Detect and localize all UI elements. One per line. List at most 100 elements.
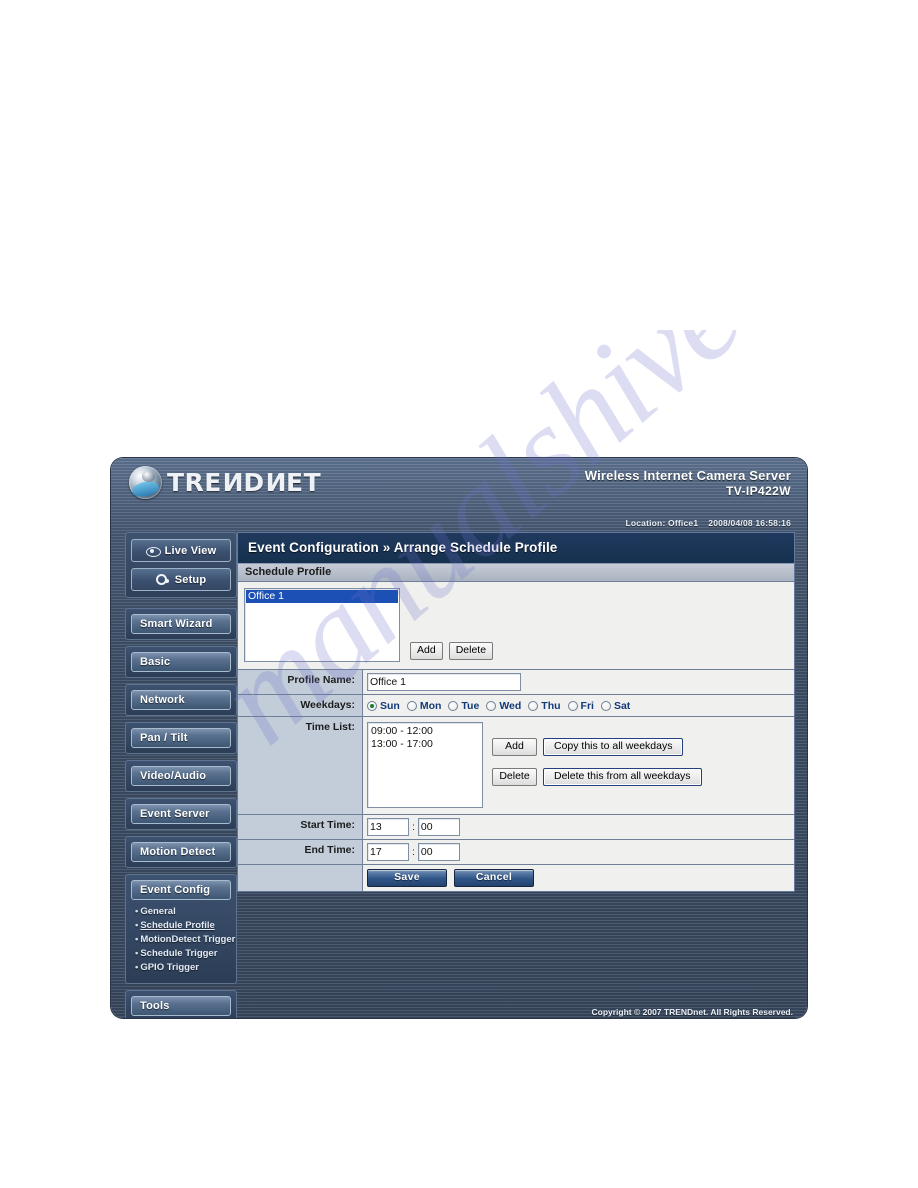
weekday-radio-wed[interactable]: Wed (486, 700, 521, 712)
weekday-radio-fri[interactable]: Fri (567, 700, 594, 712)
weekday-label: Sat (613, 699, 631, 712)
radio-icon (448, 700, 459, 711)
location-label: Location: Office1 (625, 518, 699, 528)
camera-web-ui: TRENDNET Wireless Internet Camera Server… (111, 458, 807, 1018)
add-time-button[interactable]: Add (492, 738, 537, 756)
sidebar: Live View Setup Smart Wizard Basic Netwo… (125, 530, 237, 1018)
start-time-separator: : (412, 821, 415, 833)
weekday-label: Sun (380, 699, 400, 712)
sidebar-menu-network: Network (125, 684, 237, 716)
row-weekdays: Weekdays: Sun Mon Tue Wed Thu Fri Sat (238, 695, 794, 717)
sidebar-subitem-general[interactable]: • General (135, 906, 231, 918)
sidebar-item-label: Live View (164, 544, 217, 557)
sidebar-subitem-gpio-trigger[interactable]: • GPIO Trigger (135, 962, 231, 974)
actions-label-spacer (238, 865, 363, 891)
radio-icon (367, 700, 377, 711)
list-item[interactable]: Office 1 (246, 590, 398, 603)
delete-time-button[interactable]: Delete (492, 768, 537, 786)
weekdays-value-cell: Sun Mon Tue Wed Thu Fri Sat (363, 695, 794, 716)
end-time-hour-input[interactable] (367, 843, 409, 861)
end-time-value-cell: : (363, 840, 794, 864)
sidebar-item-basic[interactable]: Basic (131, 652, 231, 672)
weekday-radio-mon[interactable]: Mon (406, 699, 442, 712)
radio-icon (406, 700, 417, 711)
row-end-time: End Time: : (238, 840, 794, 865)
profile-selector-area: Office 1 Add Delete (238, 582, 794, 670)
save-button[interactable]: Save (367, 869, 447, 887)
sidebar-item-network[interactable]: Network (131, 690, 231, 710)
end-time-label: End Time: (238, 840, 363, 864)
weekday-label: Mon (419, 699, 442, 712)
start-time-hour-input[interactable] (367, 818, 409, 836)
start-time-label: Start Time: (238, 815, 363, 839)
sidebar-menu-video-audio: Video/Audio (125, 760, 237, 792)
brand-name: TRENDNET (167, 468, 322, 497)
time-listbox[interactable]: 09:00 - 12:00 13:00 - 17:00 (367, 722, 483, 808)
sidebar-menu-event-config: Event Config • General • Schedule Profile … (125, 874, 237, 984)
app-banner: TRENDNET Wireless Internet Camera Server… (111, 458, 807, 530)
time-delete-row: Delete Delete this from all weekdays (492, 768, 702, 786)
sidebar-item-motion-detect[interactable]: Motion Detect (131, 842, 231, 862)
sidebar-mode-group: Live View Setup (125, 532, 237, 598)
cancel-button[interactable]: Cancel (454, 869, 534, 887)
sidebar-item-video-audio[interactable]: Video/Audio (131, 766, 231, 786)
time-add-row: Add Copy this to all weekdays (492, 738, 702, 756)
end-time-minute-input[interactable] (417, 843, 460, 861)
sidebar-menu-event-server: Event Server (125, 798, 237, 830)
row-start-time: Start Time: : (238, 815, 794, 840)
sidebar-menu-smart-wizard: Smart Wizard (125, 608, 237, 640)
sidebar-item-live-view[interactable]: Live View (131, 539, 231, 562)
list-item[interactable]: 09:00 - 12:00 (371, 725, 479, 738)
sidebar-item-setup[interactable]: Setup (131, 568, 231, 591)
sidebar-subitem-motiondetect-trigger[interactable]: • MotionDetect Trigger (135, 934, 235, 946)
weekday-label: Wed (499, 699, 522, 712)
radio-icon (567, 700, 578, 711)
add-profile-button[interactable]: Add (410, 642, 443, 660)
sidebar-subitem-label: MotionDetect Trigger (140, 933, 236, 945)
weekday-radio-tue[interactable]: Tue (448, 700, 479, 712)
row-actions: Save Cancel (238, 865, 794, 891)
delete-profile-button[interactable]: Delete (448, 642, 494, 660)
main-content: Event Configuration » Arrange Schedule P… (237, 530, 795, 1018)
sidebar-item-event-server[interactable]: Event Server (131, 804, 231, 824)
weekdays-label: Weekdays: (238, 695, 363, 716)
weekday-radio-sat[interactable]: Sat (600, 699, 631, 712)
sidebar-item-pan-tilt[interactable]: Pan / Tilt (131, 728, 231, 748)
content-panel: Schedule Profile Office 1 Add Delete Pro… (237, 563, 795, 892)
page-title: Event Configuration » Arrange Schedule P… (237, 532, 795, 563)
app-footer: Copyright © 2007 TRENDnet. All Rights Re… (111, 1002, 807, 1018)
sidebar-subitem-schedule-trigger[interactable]: • Schedule Trigger (135, 948, 231, 960)
sidebar-item-event-config[interactable]: Event Config (131, 880, 231, 900)
start-time-minute-input[interactable] (417, 818, 460, 836)
ui-body: Live View Setup Smart Wizard Basic Netwo… (111, 530, 807, 1018)
radio-icon (600, 700, 611, 711)
list-item[interactable]: 13:00 - 17:00 (371, 738, 479, 751)
profile-buttons: Add Delete (410, 642, 494, 662)
weekday-radio-group: Sun Mon Tue Wed Thu Fri Sat (367, 700, 637, 712)
time-list-wrap: 09:00 - 12:00 13:00 - 17:00 Add Copy thi… (367, 722, 702, 808)
delete-from-all-weekdays-button[interactable]: Delete this from all weekdays (543, 768, 702, 786)
copy-to-all-weekdays-button[interactable]: Copy this to all weekdays (543, 738, 684, 756)
profile-name-label: Profile Name: (238, 670, 363, 694)
sidebar-item-smart-wizard[interactable]: Smart Wizard (131, 614, 231, 634)
gear-icon (155, 574, 169, 586)
radio-icon (486, 700, 497, 711)
sidebar-submenu-event-config: • General • Schedule Profile • MotionDetect… (131, 906, 235, 974)
sidebar-subitem-schedule-profile[interactable]: • Schedule Profile (135, 920, 231, 932)
eye-icon (145, 545, 161, 557)
sidebar-item-label: Setup (174, 573, 207, 586)
radio-icon (528, 700, 539, 711)
end-time-separator: : (412, 846, 415, 858)
profile-name-value-cell (363, 670, 794, 694)
weekday-radio-sun[interactable]: Sun (367, 700, 400, 712)
location-datetime: Location: Office1 2008/04/08 16:58:16 (625, 518, 791, 528)
weekday-radio-thu[interactable]: Thu (528, 700, 561, 712)
current-datetime: 2008/04/08 16:58:16 (708, 518, 791, 528)
sidebar-menu-motion-detect: Motion Detect (125, 836, 237, 868)
profile-listbox[interactable]: Office 1 (244, 588, 400, 662)
profile-name-input[interactable] (367, 673, 521, 691)
time-list-buttons: Add Copy this to all weekdays Delete Del… (492, 722, 702, 786)
section-header-schedule-profile: Schedule Profile (238, 564, 794, 582)
trendnet-logo: TRENDNET (129, 466, 321, 499)
time-list-label: Time List: (238, 717, 363, 814)
